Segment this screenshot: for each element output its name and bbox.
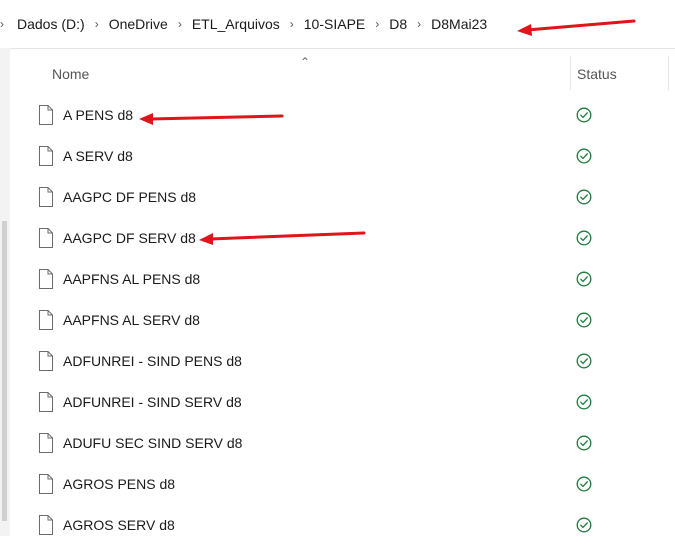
file-name: ADUFU SEC SIND SERV d8 (63, 435, 243, 451)
file-name: AAPFNS AL PENS d8 (63, 271, 201, 287)
synced-check-icon (576, 230, 592, 246)
synced-check-icon (576, 394, 592, 410)
breadcrumb-item-10-siape[interactable]: › 10-SIAPE (280, 0, 365, 48)
file-row[interactable]: ADUFU SEC SIND SERV d8 (10, 423, 675, 464)
synced-check-icon (576, 107, 592, 123)
breadcrumb-label[interactable]: ETL_Arquivos (192, 16, 280, 32)
file-name: ADFUNREI - SIND PENS d8 (63, 353, 242, 369)
file-icon (39, 146, 53, 166)
synced-check-icon (576, 517, 592, 533)
file-icon (39, 515, 53, 535)
file-name: A SERV d8 (63, 148, 133, 164)
column-header-row: ⌃ Nome Status (10, 48, 675, 98)
breadcrumb-label[interactable]: OneDrive (109, 16, 168, 32)
column-header-name[interactable]: Nome (52, 66, 89, 82)
chevron-right-icon[interactable]: › (85, 17, 109, 31)
file-row[interactable]: AGROS SERV d8 (10, 505, 675, 546)
file-icon (39, 269, 53, 289)
chevron-right-icon[interactable]: › (407, 17, 431, 31)
scrollbar-thumb[interactable] (2, 221, 7, 521)
file-row[interactable]: AGROS PENS d8 (10, 464, 675, 505)
file-icon (39, 228, 53, 248)
file-name: ADFUNREI - SIND SERV d8 (63, 394, 242, 410)
breadcrumb-label[interactable]: 10-SIAPE (304, 16, 365, 32)
file-list: A PENS d8 A SERV d8 AAGPC DF PENS d8 AAGPC … (10, 95, 675, 546)
file-icon (39, 433, 53, 453)
breadcrumb-item-onedrive[interactable]: › OneDrive (85, 0, 168, 48)
synced-check-icon (576, 353, 592, 369)
file-name: A PENS d8 (63, 107, 134, 123)
synced-check-icon (576, 271, 592, 287)
column-header-status[interactable]: Status (577, 66, 617, 82)
synced-check-icon (576, 148, 592, 164)
chevron-right-icon[interactable]: › (280, 17, 304, 31)
file-row[interactable]: AAGPC DF PENS d8 (10, 177, 675, 218)
file-name: AGROS PENS d8 (63, 476, 176, 492)
breadcrumb-item-d8mai23[interactable]: › D8Mai23 (407, 0, 487, 48)
file-name: AAGPC DF PENS d8 (63, 189, 197, 205)
synced-check-icon (576, 435, 592, 451)
file-name: AAGPC DF SERV d8 (63, 230, 196, 246)
chevron-right-icon[interactable]: › (0, 17, 17, 31)
file-row[interactable]: AAGPC DF SERV d8 (10, 218, 675, 259)
breadcrumb: › Dados (D:) › OneDrive › ETL_Arquivos › 10-… (0, 0, 675, 49)
file-row[interactable]: A SERV d8 (10, 136, 675, 177)
chevron-right-icon[interactable]: › (168, 17, 192, 31)
column-divider[interactable] (570, 56, 571, 90)
navigation-pane-edge (0, 48, 10, 536)
breadcrumb-item-etl-arquivos[interactable]: › ETL_Arquivos (168, 0, 280, 48)
file-icon (39, 351, 53, 371)
synced-check-icon (576, 476, 592, 492)
breadcrumb-label[interactable]: Dados (D:) (17, 16, 85, 32)
file-row[interactable]: ADFUNREI - SIND PENS d8 (10, 341, 675, 382)
breadcrumb-item-d8[interactable]: › D8 (365, 0, 407, 48)
chevron-right-icon[interactable]: › (365, 17, 389, 31)
file-icon (39, 187, 53, 207)
file-row[interactable]: AAPFNS AL PENS d8 (10, 259, 675, 300)
breadcrumb-item-dados[interactable]: › Dados (D:) (0, 0, 85, 48)
file-name: AGROS SERV d8 (63, 517, 175, 533)
column-divider[interactable] (668, 56, 669, 90)
file-icon (39, 310, 53, 330)
breadcrumb-label[interactable]: D8 (389, 16, 407, 32)
file-icon (39, 474, 53, 494)
sort-ascending-icon: ⌃ (300, 55, 311, 69)
file-row[interactable]: A PENS d8 (10, 95, 675, 136)
file-icon (39, 105, 53, 125)
synced-check-icon (576, 189, 592, 205)
file-row[interactable]: ADFUNREI - SIND SERV d8 (10, 382, 675, 423)
file-icon (39, 392, 53, 412)
breadcrumb-label[interactable]: D8Mai23 (431, 16, 487, 32)
file-row[interactable]: AAPFNS AL SERV d8 (10, 300, 675, 341)
file-name: AAPFNS AL SERV d8 (63, 312, 200, 328)
synced-check-icon (576, 312, 592, 328)
